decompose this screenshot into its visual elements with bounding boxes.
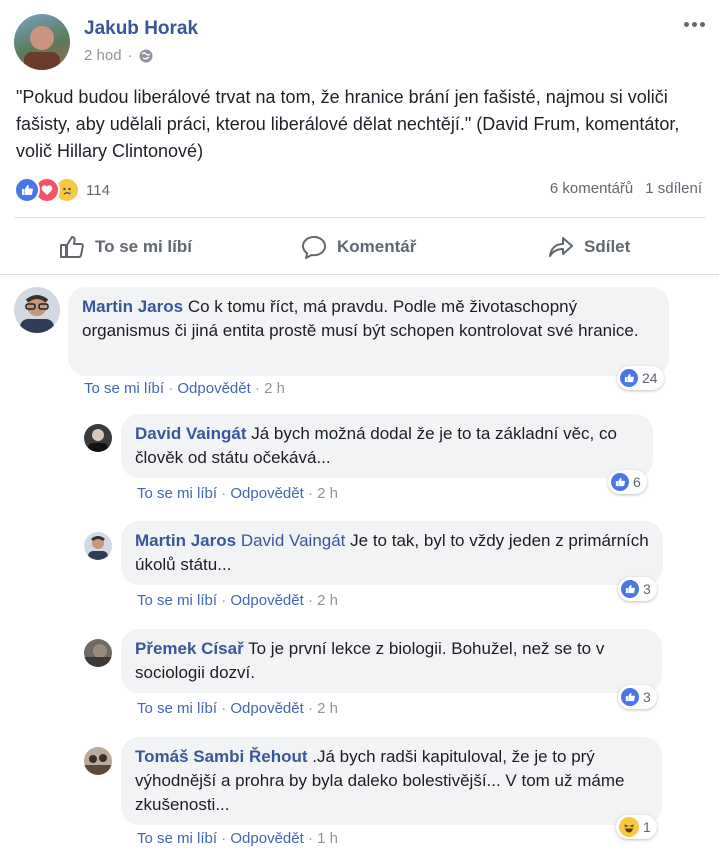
- comment-mention[interactable]: David Vaingát: [241, 531, 346, 550]
- reaction-count: 3: [643, 581, 651, 597]
- meta-separator: ·: [127, 47, 133, 64]
- comment-time[interactable]: 2 h: [264, 380, 285, 397]
- more-options-icon[interactable]: [684, 22, 705, 27]
- share-button-label: Sdílet: [584, 237, 631, 256]
- post-author-avatar[interactable]: [14, 14, 70, 70]
- comment-reactions[interactable]: 3: [618, 685, 657, 709]
- post-author-name[interactable]: Jakub Horak: [84, 18, 198, 40]
- comment-author[interactable]: Přemek Císař: [135, 639, 244, 658]
- comment-avatar[interactable]: [84, 639, 112, 667]
- share-icon: [549, 237, 573, 257]
- comment-actions: To se mi líbí · Odpovědět · 1 h: [137, 830, 338, 847]
- like-reaction-icon: [621, 580, 639, 598]
- post-time[interactable]: 2 hod: [84, 47, 122, 64]
- comment-time[interactable]: 2 h: [317, 485, 338, 502]
- comment-actions: To se mi líbí · Odpovědět · 2 h: [84, 380, 285, 397]
- comment-bubble: Tomáš Sambi Řehout .Já bych radši kapitu…: [121, 737, 662, 825]
- share-button[interactable]: Sdílet: [548, 234, 630, 260]
- like-reaction-icon: [611, 473, 629, 491]
- comment-icon: [302, 236, 326, 259]
- comment-avatar[interactable]: [84, 424, 112, 452]
- like-reaction-icon: [14, 177, 40, 203]
- comment-like-link[interactable]: To se mi líbí: [137, 592, 217, 609]
- post-meta: 2 hod ·: [84, 47, 153, 64]
- comment-bubble: Martin Jaros David Vaingát Je to tak, by…: [121, 521, 663, 585]
- comment-button[interactable]: Komentář: [301, 234, 416, 260]
- comment-author[interactable]: Tomáš Sambi Řehout: [135, 747, 308, 766]
- shares-count[interactable]: 1 sdílení: [645, 180, 702, 197]
- comment-like-link[interactable]: To se mi líbí: [137, 830, 217, 847]
- comment-bubble: Martin Jaros Co k tomu říct, má pravdu. …: [68, 287, 669, 376]
- thumbs-up-icon: [60, 236, 84, 258]
- divider-top: [14, 217, 706, 218]
- comment-reactions[interactable]: 6: [608, 470, 647, 494]
- comments-count[interactable]: 6 komentářů: [550, 180, 633, 197]
- like-reaction-icon: [620, 369, 638, 387]
- comment-like-link[interactable]: To se mi líbí: [137, 700, 217, 717]
- reactions-summary[interactable]: 114: [14, 177, 110, 203]
- comment-reply-link[interactable]: Odpovědět: [177, 380, 250, 397]
- reaction-count: 6: [633, 474, 641, 490]
- reaction-count: 1: [643, 819, 651, 835]
- comment-actions: To se mi líbí · Odpovědět · 2 h: [137, 485, 338, 502]
- comment-reply-link[interactable]: Odpovědět: [230, 485, 303, 502]
- reaction-count: 24: [642, 370, 658, 386]
- globe-icon[interactable]: [139, 49, 153, 63]
- comment-actions: To se mi líbí · Odpovědět · 2 h: [137, 592, 338, 609]
- comment-like-link[interactable]: To se mi líbí: [84, 380, 164, 397]
- comment-bubble: David Vaingát Já bych možná dodal že je …: [121, 414, 653, 478]
- comment-like-link[interactable]: To se mi líbí: [137, 485, 217, 502]
- post-text: "Pokud budou liberálové trvat na tom, že…: [16, 87, 680, 161]
- divider-bottom: [0, 274, 719, 275]
- comment-time[interactable]: 2 h: [317, 700, 338, 717]
- comment-time[interactable]: 1 h: [317, 830, 338, 847]
- avatar-photo: [24, 26, 60, 70]
- comment-avatar[interactable]: [14, 287, 60, 333]
- comment-time[interactable]: 2 h: [317, 592, 338, 609]
- reaction-count: 3: [643, 689, 651, 705]
- post-stats: 6 komentářů 1 sdílení: [550, 180, 702, 197]
- comment-reactions[interactable]: 3: [618, 577, 657, 601]
- comment-bubble: Přemek Císař To je první lekce z biologi…: [121, 629, 662, 693]
- comment-avatar[interactable]: [84, 747, 112, 775]
- comment-reply-link[interactable]: Odpovědět: [230, 592, 303, 609]
- comment-reactions[interactable]: 24: [617, 366, 664, 390]
- comment-author[interactable]: David Vaingát: [135, 424, 246, 443]
- like-reaction-icon: [621, 688, 639, 706]
- comment-reactions[interactable]: 1: [616, 815, 657, 839]
- comment-avatar[interactable]: [84, 532, 112, 560]
- comment-author[interactable]: Martin Jaros: [135, 531, 236, 550]
- comment-reply-link[interactable]: Odpovědět: [230, 830, 303, 847]
- reaction-count: 114: [86, 181, 110, 199]
- comment-author[interactable]: Martin Jaros: [82, 297, 183, 316]
- like-button-label: To se mi líbí: [95, 237, 192, 256]
- comment-actions: To se mi líbí · Odpovědět · 2 h: [137, 700, 338, 717]
- haha-reaction-icon: [619, 817, 639, 837]
- like-button[interactable]: To se mi líbí: [59, 234, 192, 260]
- comment-button-label: Komentář: [337, 237, 417, 256]
- comment-reply-link[interactable]: Odpovědět: [230, 700, 303, 717]
